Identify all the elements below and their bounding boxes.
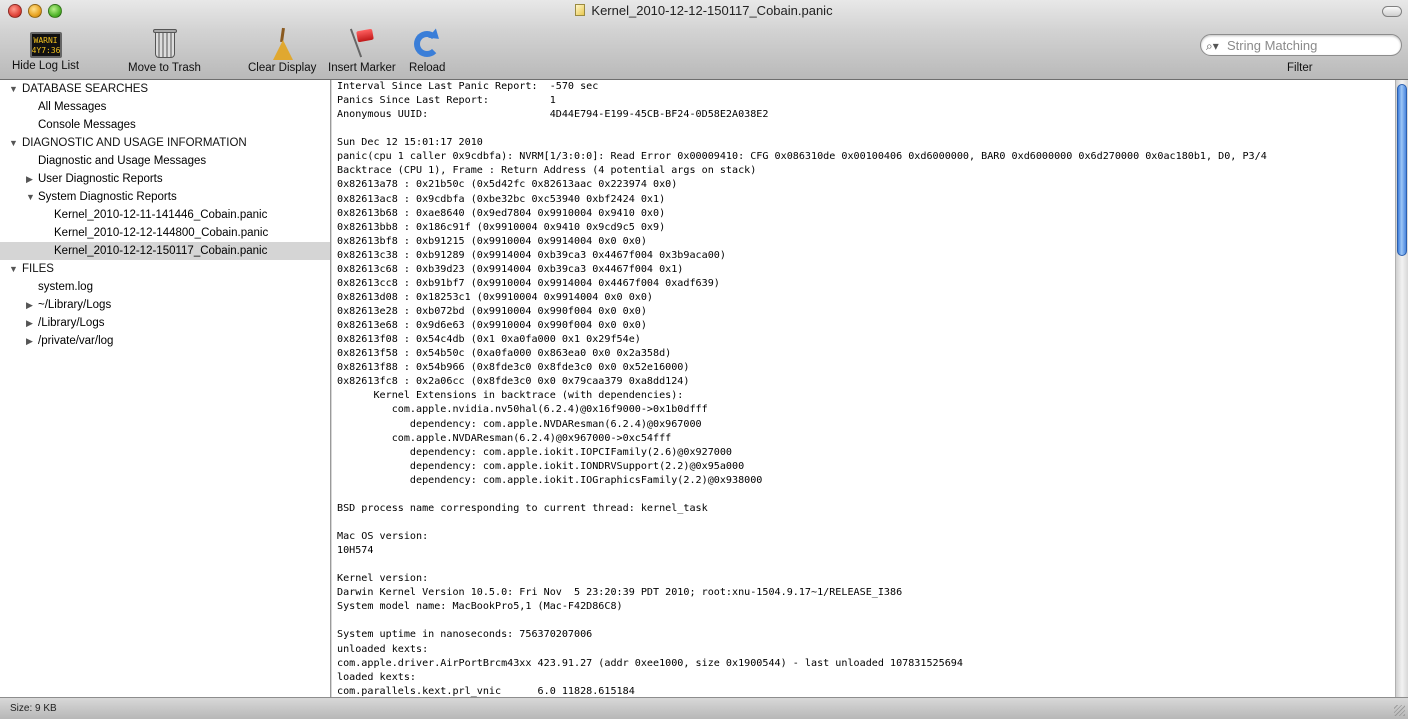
move-to-trash-label: Move to Trash bbox=[128, 62, 201, 74]
log-line: 0x82613ac8 : 0x9cdbfa (0xbe32bc 0xc53940… bbox=[337, 193, 666, 205]
search-input[interactable] bbox=[1227, 37, 1395, 54]
status-bar: Size: 9 KB bbox=[0, 697, 1408, 719]
log-line: System uptime in nanoseconds: 7563702070… bbox=[337, 629, 593, 641]
document-icon bbox=[575, 4, 586, 16]
log-line: com.parallels.kext.prl_vnic 6.0 11828.61… bbox=[337, 685, 635, 697]
disclosure-triangle-icon[interactable]: ▼ bbox=[9, 260, 18, 278]
sidebar-header-files[interactable]: ▼ FILES bbox=[0, 260, 330, 278]
sidebar-header-diagnostic-usage[interactable]: ▼ DIAGNOSTIC AND USAGE INFORMATION bbox=[0, 134, 330, 152]
log-line: 0x82613cc8 : 0xb91bf7 (0x9910004 0x99140… bbox=[337, 277, 720, 289]
log-line: 0x82613bf8 : 0xb91215 (0x9910004 0x99140… bbox=[337, 235, 647, 247]
log-line: 10H574 bbox=[337, 545, 374, 557]
log-line: dependency: com.apple.iokit.IONDRVSuppor… bbox=[337, 460, 745, 472]
sidebar-item-panic-file[interactable]: Kernel_2010-12-11-141446_Cobain.panic bbox=[0, 206, 330, 224]
log-line: 0x82613f58 : 0x54b50c (0xa0fa000 0x863ea… bbox=[337, 348, 672, 360]
log-line: Anonymous UUID: 4D44E794-E199-45CB-BF24-… bbox=[337, 109, 769, 121]
disclosure-triangle-icon[interactable]: ▼ bbox=[9, 134, 18, 152]
log-line: panic(cpu 1 caller 0x9cdbfa): NVRM[1/3:0… bbox=[337, 151, 1267, 163]
log-line: 0x82613f08 : 0x54c4db (0x1 0xa0fa000 0x1… bbox=[337, 334, 641, 346]
reload-icon bbox=[410, 28, 444, 60]
resize-grip-icon[interactable] bbox=[1394, 705, 1405, 716]
sidebar-item-diagnostic-usage-messages[interactable]: Diagnostic and Usage Messages bbox=[0, 152, 330, 170]
broom-icon bbox=[265, 27, 299, 60]
clear-display-button[interactable]: Clear Display bbox=[248, 27, 317, 74]
sidebar-item-private-var-log[interactable]: ▶ /private/var/log bbox=[0, 332, 330, 350]
search-field[interactable]: ⌕▾ bbox=[1200, 34, 1402, 56]
log-line: Kernel Extensions in backtrace (with dep… bbox=[337, 390, 684, 402]
filter-label: Filter bbox=[1287, 62, 1313, 74]
log-line: 0x82613bb8 : 0x186c91f (0x9910004 0x9410… bbox=[337, 221, 666, 233]
log-text[interactable]: Interval Since Last Panic Report: -570 s… bbox=[337, 80, 1267, 697]
disclosure-triangle-icon[interactable]: ▼ bbox=[26, 188, 35, 206]
disclosure-triangle-icon[interactable]: ▶ bbox=[26, 314, 33, 332]
sidebar-item-user-diagnostic-reports[interactable]: ▶ User Diagnostic Reports bbox=[0, 170, 330, 188]
log-line: 0x82613e68 : 0x9d6e63 (0x9910004 0x990f0… bbox=[337, 320, 647, 332]
log-line: dependency: com.apple.iokit.IOPCIFamily(… bbox=[337, 446, 733, 458]
hide-log-list-label: Hide Log List bbox=[12, 60, 80, 72]
log-list-sidebar: ▼ DATABASE SEARCHES All Messages Console… bbox=[0, 80, 331, 697]
search-icon: ⌕▾ bbox=[1206, 39, 1219, 53]
log-line: Backtrace (CPU 1), Frame : Return Addres… bbox=[337, 165, 757, 177]
log-content-view[interactable]: Interval Since Last Panic Report: -570 s… bbox=[332, 80, 1395, 697]
log-line: Sun Dec 12 15:01:17 2010 bbox=[337, 137, 483, 149]
hide-log-list-button[interactable]: WARNI 4Y7:36 Hide Log List bbox=[12, 28, 79, 72]
log-line: com.apple.driver.AirPortBrcm43xx 423.91.… bbox=[337, 657, 963, 669]
clear-display-label: Clear Display bbox=[248, 62, 317, 74]
vertical-scrollbar[interactable] bbox=[1395, 80, 1408, 697]
insert-marker-button[interactable]: Insert Marker bbox=[328, 28, 396, 74]
log-line: 0x82613a78 : 0x21b50c (0x5d42fc 0x82613a… bbox=[337, 179, 678, 191]
sidebar-item-system-diagnostic-reports[interactable]: ▼ System Diagnostic Reports bbox=[0, 188, 330, 206]
log-line: dependency: com.apple.NVDAResman(6.2.4)@… bbox=[337, 418, 702, 430]
sidebar-item-library-logs[interactable]: ▶ /Library/Logs bbox=[0, 314, 330, 332]
reload-button[interactable]: Reload bbox=[409, 28, 445, 74]
sidebar-header-database-searches[interactable]: ▼ DATABASE SEARCHES bbox=[0, 80, 330, 98]
log-line: dependency: com.apple.iokit.IOGraphicsFa… bbox=[337, 474, 763, 486]
warning-log-icon: WARNI 4Y7:36 bbox=[29, 32, 62, 58]
log-line: 0x82613d08 : 0x18253c1 (0x9910004 0x9914… bbox=[337, 291, 654, 303]
toolbar-toggle-button[interactable] bbox=[1382, 6, 1402, 17]
log-line: BSD process name corresponding to curren… bbox=[337, 502, 708, 514]
disclosure-triangle-icon[interactable]: ▼ bbox=[9, 80, 18, 98]
window-toolbar: Kernel_2010-12-12-150117_Cobain.panic WA… bbox=[0, 0, 1408, 80]
log-line: 0x82613e28 : 0xb072bd (0x9910004 0x990f0… bbox=[337, 306, 647, 317]
log-line: 0x82613f88 : 0x54b966 (0x8fde3c0 0x8fde3… bbox=[337, 362, 690, 374]
log-line: System model name: MacBookPro5,1 (Mac-F4… bbox=[337, 601, 623, 613]
disclosure-triangle-icon[interactable]: ▶ bbox=[26, 296, 33, 314]
log-line: Interval Since Last Panic Report: -570 s… bbox=[337, 81, 599, 92]
sidebar-item-all-messages[interactable]: All Messages bbox=[0, 98, 330, 116]
sidebar-item-panic-file[interactable]: Kernel_2010-12-12-144800_Cobain.panic bbox=[0, 224, 330, 242]
window-title: Kernel_2010-12-12-150117_Cobain.panic bbox=[0, 3, 1408, 18]
trash-icon bbox=[147, 28, 181, 60]
log-line: Mac OS version: bbox=[337, 531, 429, 542]
file-size-text: Size: 9 KB bbox=[10, 703, 57, 714]
log-line: Panics Since Last Report: 1 bbox=[337, 95, 556, 107]
move-to-trash-button[interactable]: Move to Trash bbox=[128, 28, 201, 74]
log-line: 0x82613c68 : 0xb39d23 (0x9914004 0xb39ca… bbox=[337, 263, 684, 275]
log-line: Kernel version: bbox=[337, 573, 429, 585]
log-line: com.apple.NVDAResman(6.2.4)@0x967000->0x… bbox=[337, 432, 672, 444]
log-line: com.apple.nvidia.nv50hal(6.2.4)@0x16f900… bbox=[337, 404, 708, 416]
log-line: 0x82613fc8 : 0x2a06cc (0x8fde3c0 0x0 0x7… bbox=[337, 376, 690, 388]
log-line: 0x82613b68 : 0xae8640 (0x9ed7804 0x99100… bbox=[337, 207, 666, 219]
scrollbar-thumb[interactable] bbox=[1397, 84, 1407, 256]
log-line: Darwin Kernel Version 10.5.0: Fri Nov 5 … bbox=[337, 587, 903, 599]
sidebar-item-console-messages[interactable]: Console Messages bbox=[0, 116, 330, 134]
sidebar-item-system-log[interactable]: system.log bbox=[0, 278, 330, 296]
sidebar-item-panic-file-selected[interactable]: Kernel_2010-12-12-150117_Cobain.panic bbox=[0, 242, 330, 260]
disclosure-triangle-icon[interactable]: ▶ bbox=[26, 170, 33, 188]
log-line: unloaded kexts: bbox=[337, 643, 429, 655]
window-title-text: Kernel_2010-12-12-150117_Cobain.panic bbox=[591, 3, 833, 18]
disclosure-triangle-icon[interactable]: ▶ bbox=[26, 332, 33, 350]
flag-icon bbox=[345, 28, 379, 60]
sidebar-item-user-library-logs[interactable]: ▶ ~/Library/Logs bbox=[0, 296, 330, 314]
insert-marker-label: Insert Marker bbox=[328, 62, 396, 74]
reload-label: Reload bbox=[409, 62, 446, 74]
log-line: 0x82613c38 : 0xb91289 (0x9914004 0xb39ca… bbox=[337, 249, 726, 261]
log-line: loaded kexts: bbox=[337, 671, 417, 683]
